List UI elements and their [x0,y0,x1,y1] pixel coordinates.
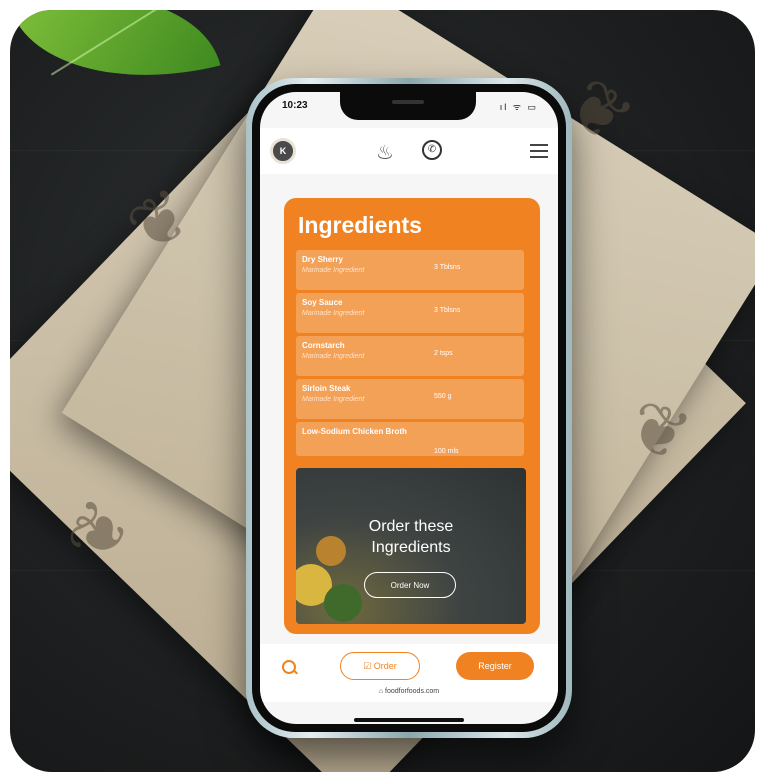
ingredient-row: Low-Sodium Chicken Broth 100 mls [296,422,524,456]
ingredient-quantity: 100 mls [434,448,459,455]
phone-bezel: 10:23 ıl ᯤ ▭ K ♨ ✆ Ingredients Dry Sherr… [252,84,566,732]
search-icon[interactable] [282,660,296,674]
ingredient-name: Sirloin Steak [302,384,351,393]
ingredient-quantity: 550 g [434,393,452,400]
bottom-action-bar: ☑ Order Register ⌂ foodforfoods.com [260,644,558,702]
browser-url[interactable]: ⌂ foodforfoods.com [260,688,558,695]
ingredients-title: Ingredients [298,212,422,238]
chef-hat-icon[interactable]: ♨ [376,140,394,165]
ingredient-category: Marinade Ingredient [302,353,365,360]
whatsapp-icon[interactable]: ✆ [422,140,442,160]
status-icons: ıl ᯤ ▭ [499,102,538,112]
ingredient-category: Marinade Ingredient [302,396,365,403]
ingredient-category: Marinade Ingredient [302,267,365,274]
status-time: 10:23 [282,100,308,111]
order-title-line: Order these [368,518,454,535]
ingredients-card: Ingredients Dry Sherry Marinade Ingredie… [284,198,540,634]
order-now-button[interactable]: Order Now [364,572,456,598]
hamburger-icon[interactable] [530,144,548,162]
order-title-line: Ingredients [371,539,451,556]
ingredient-name: Dry Sherry [302,255,343,264]
mint-leaf [10,10,221,112]
ingredient-name: Low-Sodium Chicken Broth [302,427,407,436]
order-ingredients-banner: Order these Ingredients Order Now [296,468,526,624]
app-header: K ♨ ✆ [260,128,558,174]
avatar[interactable]: K [270,138,296,164]
register-button[interactable]: Register [456,652,534,680]
ingredient-row: Cornstarch Marinade Ingredient 2 tsps [296,336,524,376]
ingredient-quantity: 3 Tblsns [434,307,461,314]
order-button[interactable]: ☑ Order [340,652,420,680]
ingredient-row: Soy Sauce Marinade Ingredient 3 Tblsns [296,293,524,333]
vegetable-image [324,584,362,622]
photo-background: ❦ ❦ ❦ ❦ 10:23 ıl ᯤ ▭ K ♨ ✆ Ingredients D… [10,10,755,772]
ingredient-name: Soy Sauce [302,298,343,307]
ingredient-name: Cornstarch [302,341,345,350]
home-indicator[interactable] [354,718,464,722]
phone-notch [340,92,476,120]
ingredient-quantity: 2 tsps [434,350,453,357]
ingredient-row: Sirloin Steak Marinade Ingredient 550 g [296,379,524,419]
order-title: Order these Ingredients [296,516,526,558]
ingredient-quantity: 3 Tblsns [434,264,461,271]
ingredient-row: Dry Sherry Marinade Ingredient 3 Tblsns [296,250,524,290]
phone-screen: 10:23 ıl ᯤ ▭ K ♨ ✆ Ingredients Dry Sherr… [260,92,558,724]
ingredient-category: Marinade Ingredient [302,310,365,317]
phone-frame: 10:23 ıl ᯤ ▭ K ♨ ✆ Ingredients Dry Sherr… [246,78,572,738]
